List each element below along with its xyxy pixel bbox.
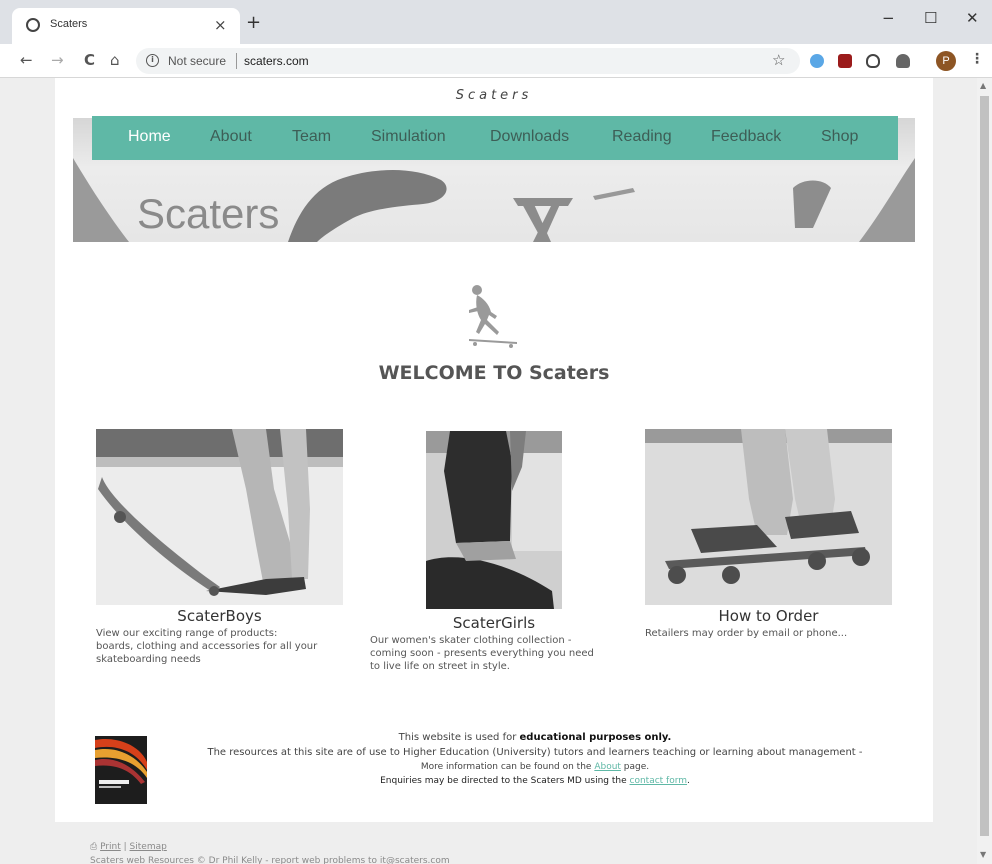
security-label[interactable]: Not secure xyxy=(168,54,226,68)
footer-line-2: The resources at this site are of use to… xyxy=(207,747,863,758)
forward-icon[interactable]: → xyxy=(51,51,64,69)
nav-shop[interactable]: Shop xyxy=(821,128,858,146)
footer-line-4: Enquiries may be directed to the Scaters… xyxy=(380,776,690,786)
card-desc-how-to-order: Retailers may order by email or phone... xyxy=(645,628,848,639)
tab-close-icon[interactable]: × xyxy=(214,16,227,34)
banner-title: Scaters xyxy=(137,190,280,237)
pdf-extension-icon[interactable] xyxy=(838,54,852,68)
profile-avatar[interactable]: P xyxy=(936,51,956,71)
skater-logo-icon xyxy=(469,285,517,348)
bookmark-star-icon[interactable]: ☆ xyxy=(772,51,785,69)
nav-reading[interactable]: Reading xyxy=(612,128,672,146)
educational-purposes-text: educational purposes only xyxy=(519,732,668,743)
url-divider xyxy=(236,53,237,69)
scroll-down-icon[interactable]: ▼ xyxy=(980,850,986,859)
scroll-thumb[interactable] xyxy=(980,96,989,836)
address-bar[interactable]: i Not secure scaters.com ☆ xyxy=(136,48,800,74)
minimize-icon[interactable]: − xyxy=(882,9,895,27)
tab-title: Scaters xyxy=(50,18,88,30)
browser-tab-strip: Scaters × + − ☐ ✕ xyxy=(0,0,992,44)
browser-menu-icon[interactable]: ⋮ xyxy=(970,51,984,67)
card-title-how-to-order[interactable]: How to Order xyxy=(645,607,892,625)
url-text[interactable]: scaters.com xyxy=(244,54,309,68)
reload-icon[interactable]: C xyxy=(84,51,95,69)
print-icon[interactable]: ⎙ xyxy=(90,842,97,852)
card-desc-scatergirls: Our women's skater clothing collection -… xyxy=(370,635,594,672)
maximize-icon[interactable]: ☐ xyxy=(924,9,937,27)
card-title-scatergirls[interactable]: ScaterGirls xyxy=(366,614,622,632)
site-credit: Scaters web Resources © Dr Phil Kelly - … xyxy=(90,856,450,864)
footer-line-3: More information can be found on the Abo… xyxy=(420,762,650,772)
welcome-heading: WELCOME TO Scaters xyxy=(378,362,610,384)
contact-form-link[interactable]: contact form xyxy=(630,776,688,786)
browser-toolbar: ← → C ⌂ i Not secure scaters.com ☆ P ⋮ xyxy=(0,44,992,78)
nav-simulation[interactable]: Simulation xyxy=(371,128,446,146)
footer-line-1: This website is used for educational pur… xyxy=(398,732,672,743)
nav-home[interactable]: Home xyxy=(128,128,171,146)
site-header-name: Scaters xyxy=(455,88,533,103)
nav-downloads[interactable]: Downloads xyxy=(490,128,569,146)
how-to-order-image[interactable] xyxy=(645,429,892,605)
new-tab-icon[interactable]: + xyxy=(246,14,261,32)
print-sitemap-links: ⎙ Print | Sitemap xyxy=(90,842,167,852)
cloud-extension-icon[interactable] xyxy=(810,54,824,68)
scroll-up-icon[interactable]: ▲ xyxy=(980,81,986,90)
nav-feedback[interactable]: Feedback xyxy=(711,128,781,146)
scatergirls-image[interactable] xyxy=(426,431,562,609)
nav-about[interactable]: About xyxy=(210,128,252,146)
browser-tab[interactable]: Scaters × xyxy=(12,8,240,44)
close-window-icon[interactable]: ✕ xyxy=(966,9,979,27)
main-nav: Home About Team Simulation Downloads Rea… xyxy=(92,116,898,160)
sitemap-link[interactable]: Sitemap xyxy=(130,842,167,852)
flame-extension-icon[interactable] xyxy=(866,54,880,68)
page-scrollbar[interactable]: ▲ ▼ xyxy=(977,78,992,864)
card-desc-scaterboys: View our exciting range of products: boa… xyxy=(96,628,318,665)
nav-team[interactable]: Team xyxy=(292,128,331,146)
globe-icon xyxy=(26,18,40,32)
print-link[interactable]: Print xyxy=(100,842,121,852)
book-cover-image[interactable] xyxy=(95,736,147,804)
cloud-sync-extension-icon[interactable] xyxy=(896,54,910,68)
back-icon[interactable]: ← xyxy=(20,51,33,69)
page-container: Scaters Scaters Home About Team Simulati… xyxy=(55,78,933,822)
info-icon[interactable]: i xyxy=(146,54,159,67)
home-icon[interactable]: ⌂ xyxy=(110,51,120,69)
about-link[interactable]: About xyxy=(594,762,621,772)
page-viewport: Scaters Scaters Home About Team Simulati… xyxy=(0,78,992,864)
scaterboys-image[interactable] xyxy=(96,429,343,605)
card-title-scaterboys[interactable]: ScaterBoys xyxy=(96,607,343,625)
